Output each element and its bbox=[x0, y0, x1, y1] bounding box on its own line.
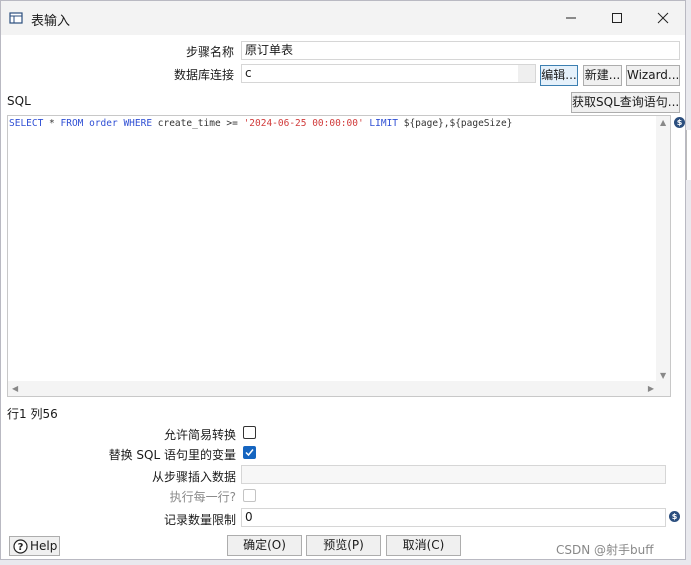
db-connection-select[interactable]: c bbox=[241, 64, 536, 83]
sql-text: * bbox=[43, 118, 61, 129]
get-sql-query-button[interactable]: 获取SQL查询语句... bbox=[571, 92, 680, 113]
table-input-icon bbox=[9, 12, 23, 24]
limit-input[interactable]: 0 bbox=[241, 508, 666, 527]
sql-editor[interactable]: SELECT * FROM order WHERE create_time >=… bbox=[7, 115, 671, 397]
wizard-button[interactable]: Wizard... bbox=[626, 65, 680, 86]
variable-icon: $ bbox=[669, 511, 680, 522]
new-connection-button[interactable]: 新建... bbox=[583, 65, 622, 86]
sql-text: create_time >= bbox=[152, 118, 244, 129]
scroll-right-icon[interactable]: ▶ bbox=[648, 384, 654, 393]
cursor-position: 行1 列56 bbox=[7, 407, 58, 421]
db-connection-value: c bbox=[245, 66, 252, 80]
checkmark-icon bbox=[245, 449, 254, 457]
sql-keyword: LIMIT bbox=[369, 118, 399, 129]
watermark: CSDN @射手buff bbox=[556, 543, 654, 557]
dropdown-arrow-icon[interactable] bbox=[518, 65, 535, 82]
step-name-input[interactable]: 原订单表 bbox=[241, 41, 680, 60]
background-window-edge bbox=[686, 130, 691, 180]
sql-label: SQL bbox=[7, 94, 31, 108]
help-button-label: Help bbox=[30, 539, 58, 553]
replace-variables-checkbox[interactable] bbox=[243, 446, 256, 459]
step-name-label: 步骤名称 bbox=[185, 45, 234, 59]
db-connection-label: 数据库连接 bbox=[173, 68, 234, 82]
replace-variables-label: 替换 SQL 语句里的变量 bbox=[108, 448, 236, 462]
scroll-down-icon[interactable]: ▼ bbox=[660, 371, 666, 380]
execute-each-row-label: 执行每一行? bbox=[169, 490, 236, 504]
sql-code-line: SELECT * FROM order WHERE create_time >=… bbox=[9, 118, 512, 129]
vertical-scrollbar[interactable]: ▲ ▼ bbox=[656, 116, 670, 382]
close-button[interactable] bbox=[640, 1, 686, 35]
lazy-conversion-label: 允许简易转换 bbox=[163, 428, 236, 442]
sql-keyword: WHERE bbox=[123, 118, 153, 129]
scroll-corner bbox=[656, 381, 670, 396]
ok-button[interactable]: 确定(O) bbox=[227, 535, 302, 556]
window-title: 表输入 bbox=[31, 14, 71, 29]
variable-icon: $ bbox=[674, 117, 685, 128]
scroll-left-icon[interactable]: ◀ bbox=[12, 384, 18, 393]
cancel-button[interactable]: 取消(C) bbox=[386, 535, 461, 556]
sql-keyword: SELECT bbox=[9, 118, 44, 129]
title-bar: 表输入 bbox=[1, 1, 685, 35]
preview-button[interactable]: 预览(P) bbox=[306, 535, 381, 556]
sql-keyword: FROM bbox=[60, 118, 84, 129]
sql-table-name: order bbox=[83, 118, 124, 129]
sql-string: '2024-06-25 00:00:00' bbox=[243, 118, 364, 129]
limit-label: 记录数量限制 bbox=[163, 513, 236, 527]
scroll-up-icon[interactable]: ▲ bbox=[660, 118, 666, 127]
insert-from-step-label: 从步骤插入数据 bbox=[151, 470, 236, 484]
close-icon bbox=[657, 12, 669, 24]
help-icon: ? bbox=[13, 539, 28, 554]
execute-each-row-checkbox[interactable] bbox=[243, 489, 256, 502]
edit-connection-button[interactable]: 编辑... bbox=[540, 65, 578, 86]
minimize-button[interactable] bbox=[548, 1, 594, 35]
lazy-conversion-checkbox[interactable] bbox=[243, 426, 256, 439]
sql-text: ${page},${pageSize} bbox=[398, 118, 513, 129]
help-button[interactable]: ? Help bbox=[9, 536, 60, 556]
insert-from-step-select[interactable] bbox=[241, 465, 666, 484]
maximize-button[interactable] bbox=[594, 1, 640, 35]
table-input-dialog: 表输入 步骤名称 原订单表 数据库连接 c 编辑... 新建... Wizard… bbox=[0, 0, 686, 560]
maximize-icon bbox=[612, 13, 622, 23]
svg-text:?: ? bbox=[18, 542, 24, 553]
minimize-icon bbox=[566, 17, 576, 19]
horizontal-scrollbar[interactable]: ◀ ▶ bbox=[8, 381, 658, 396]
